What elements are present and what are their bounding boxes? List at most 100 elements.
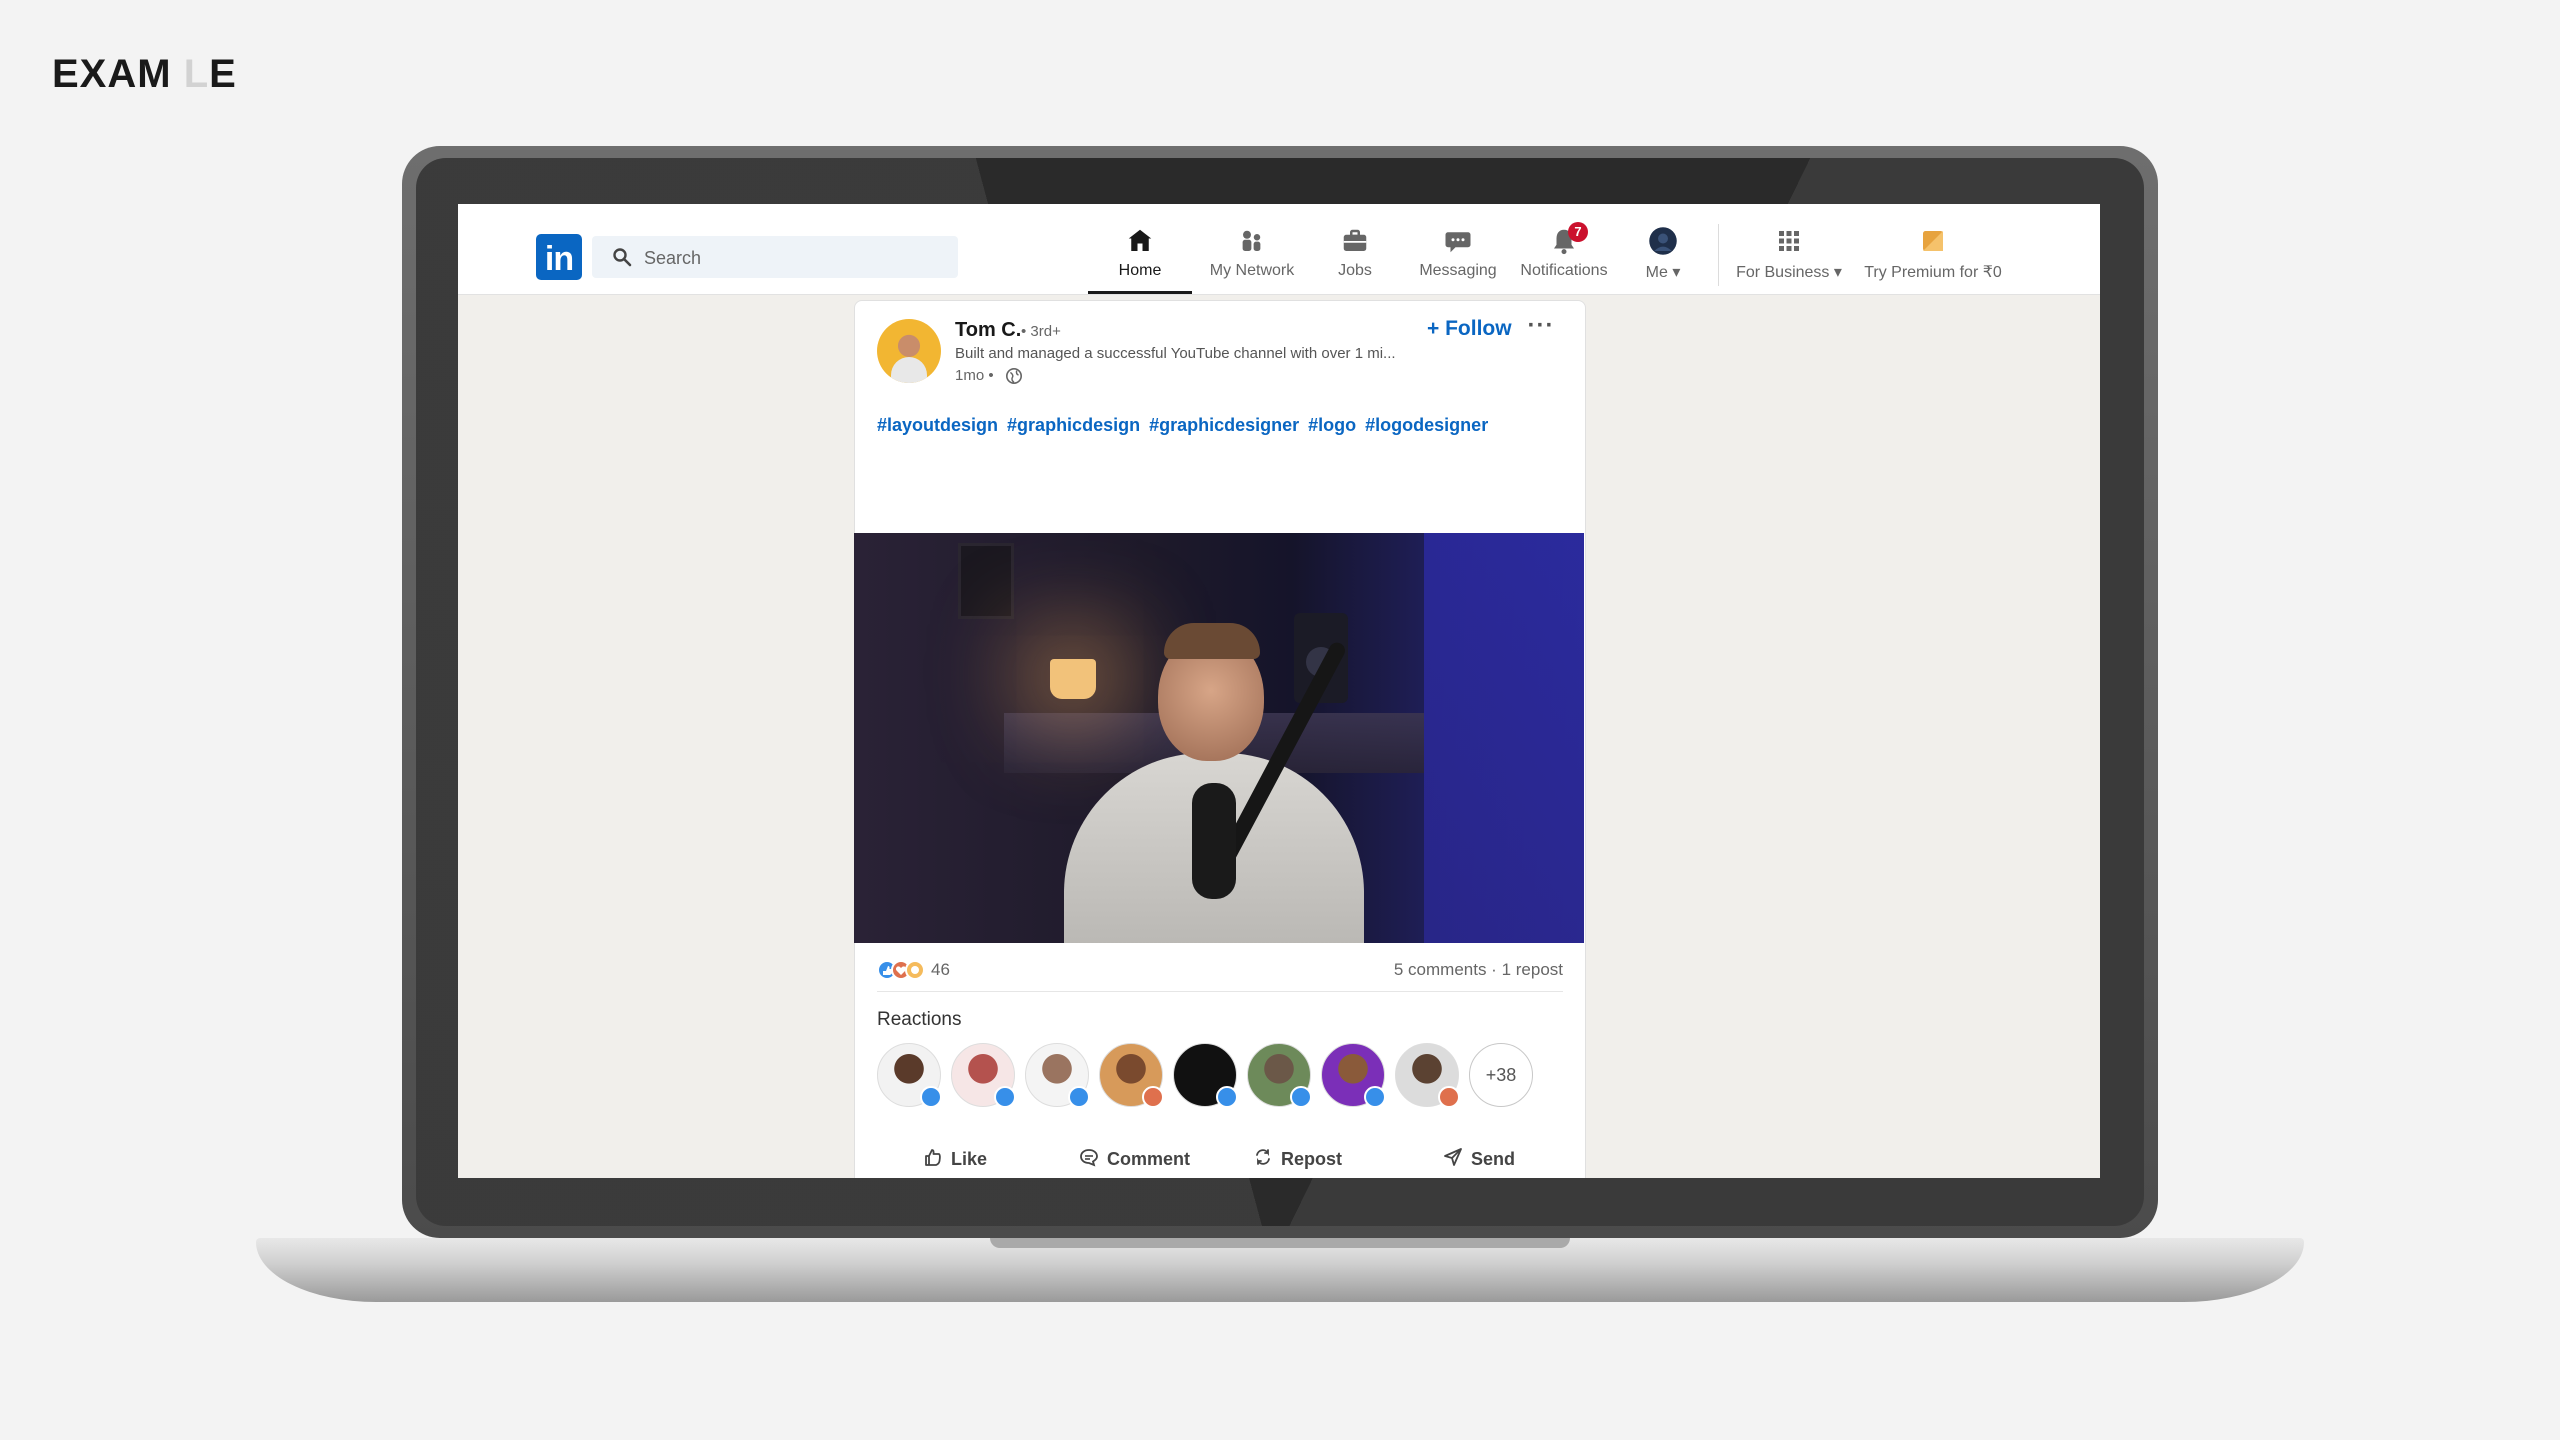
more-reactors-button[interactable]: +38 xyxy=(1469,1043,1533,1107)
like-label: Like xyxy=(951,1148,988,1169)
more-options-button[interactable]: ··· xyxy=(1521,311,1561,341)
top-navbar: in Home My Network Jobs xyxy=(458,204,2100,295)
premium-icon xyxy=(1858,226,2008,256)
reaction-icons[interactable] xyxy=(877,959,927,986)
author-name[interactable]: Tom C. xyxy=(955,319,1021,342)
hashtag-link[interactable]: #layoutdesign xyxy=(877,415,998,435)
like-icon xyxy=(920,1086,942,1108)
nav-divider xyxy=(1718,224,1719,286)
bell-icon xyxy=(1514,226,1614,256)
nav-notifications[interactable]: 7 Notifications xyxy=(1514,222,1614,294)
chevron-down-icon: ▾ xyxy=(1672,264,1681,281)
like-icon xyxy=(994,1086,1016,1108)
avatar xyxy=(1628,226,1698,256)
reactor-avatar[interactable] xyxy=(877,1043,942,1108)
send-button[interactable]: Send xyxy=(1437,1141,1521,1177)
reactor-avatar[interactable] xyxy=(951,1043,1016,1108)
nav-try-premium-label: Try Premium for ₹0 xyxy=(1864,264,2002,281)
like-icon xyxy=(1290,1086,1312,1108)
follow-label: Follow xyxy=(1445,317,1512,340)
hashtag-link[interactable]: #logo xyxy=(1308,415,1356,435)
reactions-title: Reactions xyxy=(877,1009,962,1030)
nav-jobs-label: Jobs xyxy=(1338,262,1372,279)
repost-icon xyxy=(1253,1147,1273,1172)
nav-me-label: Me ▾ xyxy=(1628,262,1698,282)
reactor-avatar[interactable] xyxy=(1321,1043,1386,1108)
people-icon xyxy=(1200,226,1304,256)
video-wall-frame xyxy=(958,543,1014,619)
reactor-avatar[interactable] xyxy=(1099,1043,1164,1108)
nav-me-text: Me xyxy=(1645,264,1668,281)
nav-my-network-label: My Network xyxy=(1209,262,1295,279)
chat-icon xyxy=(1408,226,1508,256)
video-lamp xyxy=(1050,659,1096,699)
briefcase-icon xyxy=(1320,226,1390,256)
post-hashtags: #layoutdesign #graphicdesign #graphicdes… xyxy=(877,415,1492,436)
search-input[interactable] xyxy=(642,242,946,274)
chevron-down-icon: ▾ xyxy=(1833,264,1842,281)
nav-home[interactable]: Home xyxy=(1088,226,1192,294)
nav-my-network[interactable]: My Network xyxy=(1200,226,1304,294)
post-actions: Like Comment Repost Send xyxy=(877,1141,1563,1177)
post-video[interactable] xyxy=(854,533,1584,943)
nav-me[interactable]: Me ▾ xyxy=(1628,226,1698,294)
like-icon xyxy=(1216,1086,1238,1108)
corner-label-end: E xyxy=(209,52,237,96)
author-avatar[interactable] xyxy=(877,319,941,383)
home-icon xyxy=(1088,226,1192,256)
globe-icon xyxy=(1005,367,1023,390)
like-icon xyxy=(1068,1086,1090,1108)
corner-label: EXAM LE xyxy=(52,52,237,97)
repost-button[interactable]: Repost xyxy=(1247,1141,1348,1177)
comment-label: Comment xyxy=(1107,1148,1191,1169)
heart-icon xyxy=(1438,1086,1460,1108)
corner-label-main: EXAM xyxy=(52,52,172,96)
reactor-avatar[interactable] xyxy=(1395,1043,1460,1108)
hashtag-link[interactable]: #graphicdesign xyxy=(1007,415,1140,435)
search-icon xyxy=(612,247,632,272)
heart-icon xyxy=(1142,1086,1164,1108)
reaction-count[interactable]: 46 xyxy=(931,960,950,980)
post-time: 1mo • xyxy=(955,367,994,384)
reactor-avatar[interactable] xyxy=(1173,1043,1238,1108)
comment-button[interactable]: Comment xyxy=(1073,1141,1196,1177)
send-icon xyxy=(1443,1147,1463,1172)
search-box[interactable] xyxy=(592,236,958,278)
social-counts: 46 5 comments · 1 repost xyxy=(877,957,1563,985)
nav-for-business-text: For Business xyxy=(1736,264,1830,281)
connection-degree: • 3rd+ xyxy=(1021,323,1061,340)
nav-notifications-label: Notifications xyxy=(1520,262,1608,279)
hashtag-link[interactable]: #graphicdesigner xyxy=(1149,415,1299,435)
feed-post: Tom C. • 3rd+ Built and managed a succes… xyxy=(854,300,1586,1178)
thumbs-up-icon xyxy=(923,1147,943,1172)
video-bg-light xyxy=(1424,533,1584,943)
reactor-avatar[interactable] xyxy=(1247,1043,1312,1108)
corner-label-faded: L xyxy=(183,52,210,96)
nav-jobs[interactable]: Jobs xyxy=(1320,226,1390,294)
author-headline: Built and managed a successful YouTube c… xyxy=(955,345,1396,362)
repost-label: Repost xyxy=(1281,1148,1343,1169)
video-person-hair xyxy=(1164,623,1260,659)
nav-for-business-label: For Business ▾ xyxy=(1730,262,1848,282)
nav-for-business[interactable]: For Business ▾ xyxy=(1730,226,1848,294)
reactor-avatar[interactable] xyxy=(1025,1043,1090,1108)
nav-try-premium[interactable]: Try Premium for ₹0 xyxy=(1858,226,2008,294)
like-icon xyxy=(1364,1086,1386,1108)
laptop-screen: in Home My Network Jobs xyxy=(458,204,2100,1178)
nav-home-label: Home xyxy=(1118,262,1162,279)
linkedin-logo[interactable]: in xyxy=(536,234,582,280)
laptop-notch xyxy=(990,1238,1570,1248)
hashtag-link[interactable]: #logodesigner xyxy=(1365,415,1488,435)
comments-reposts-count[interactable]: 5 comments · 1 repost xyxy=(1394,960,1563,980)
video-microphone xyxy=(1192,783,1236,899)
follow-button[interactable]: + Follow xyxy=(1421,311,1518,347)
plus-icon: + xyxy=(1427,317,1440,340)
nav-messaging-label: Messaging xyxy=(1419,262,1497,279)
post-divider xyxy=(877,991,1563,992)
notification-badge: 7 xyxy=(1568,222,1588,242)
like-button[interactable]: Like xyxy=(917,1141,993,1177)
comment-icon xyxy=(1079,1147,1099,1172)
nav-messaging[interactable]: Messaging xyxy=(1408,226,1508,294)
send-label: Send xyxy=(1471,1148,1516,1169)
grid-icon xyxy=(1730,226,1848,256)
